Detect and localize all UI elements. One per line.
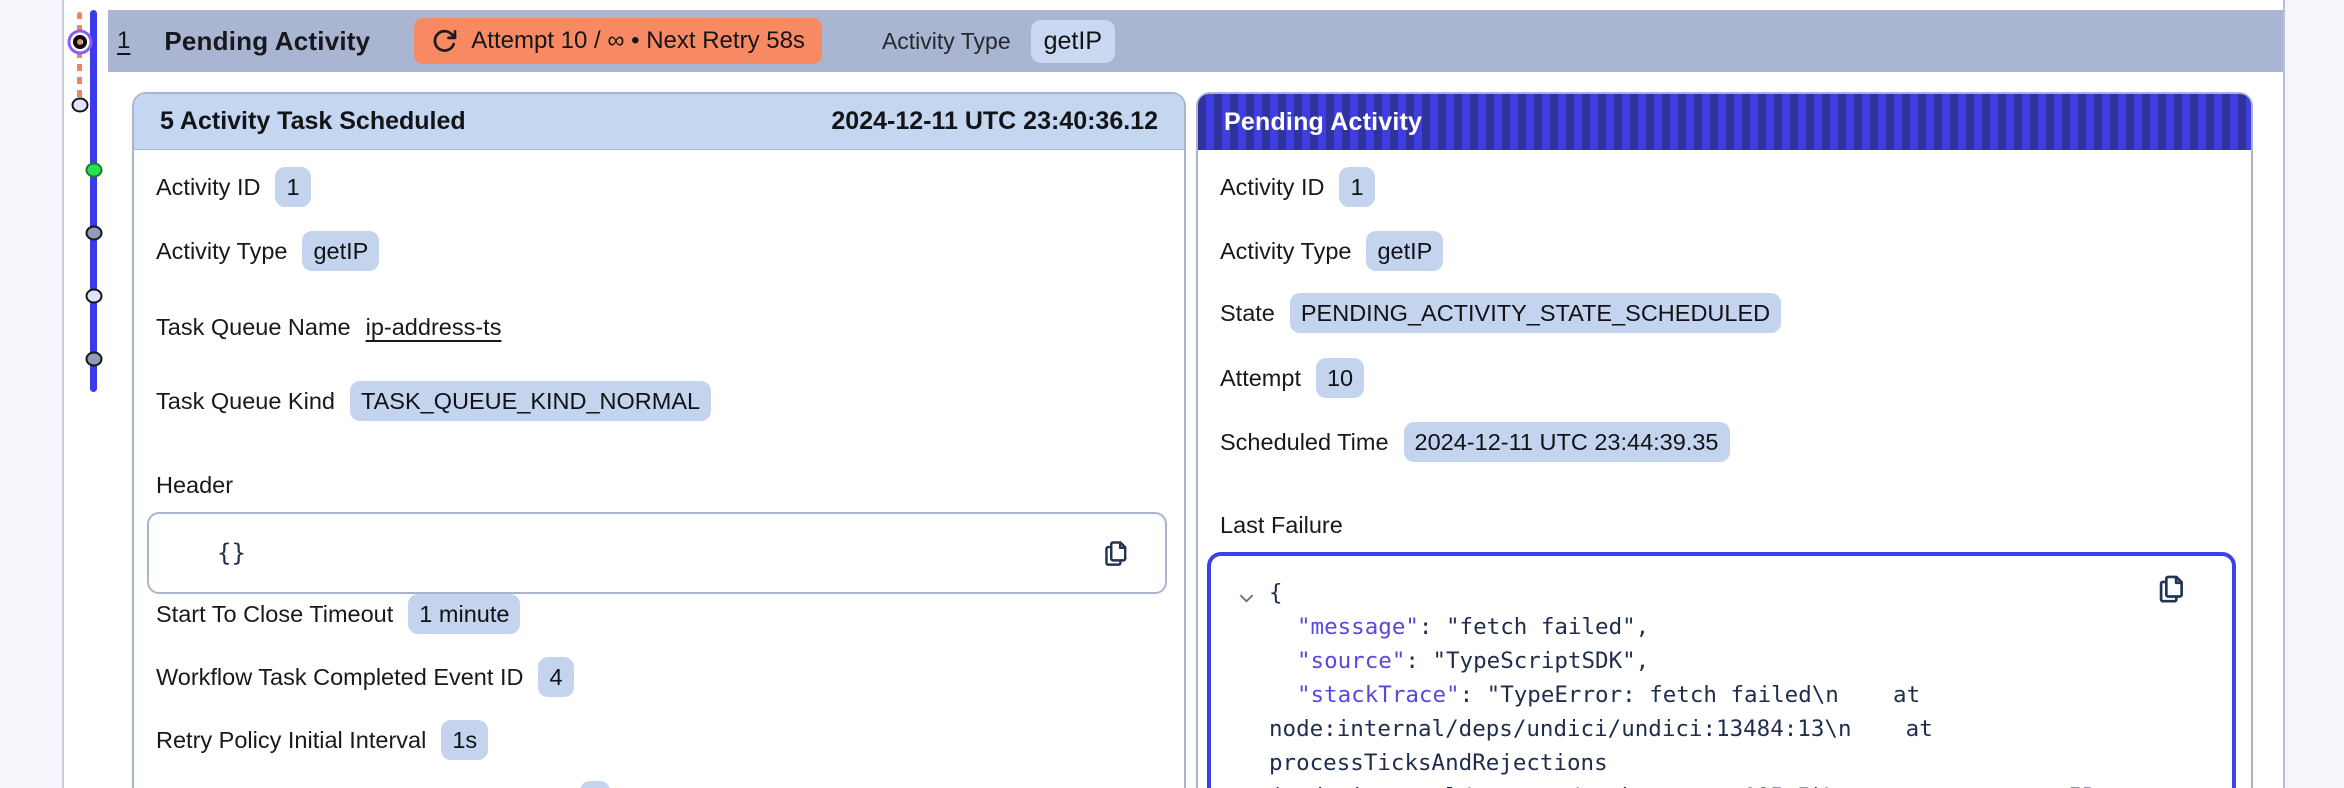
retry-status-badge: Attempt 10 / ∞ • Next Retry 58s — [414, 18, 822, 64]
task-queue-name-link[interactable]: ip-address-ts — [366, 314, 502, 341]
code-text: processTicksAndRejections — [1269, 750, 1608, 776]
code-line: "message": "fetch failed", — [1269, 610, 2206, 644]
code-text: "fetch failed", — [1446, 614, 1650, 640]
value-badge: getIP — [1366, 231, 1444, 271]
timeline-dot-4[interactable] — [85, 225, 102, 241]
value-badge: 10 — [1315, 358, 1365, 398]
field-label: Workflow Task Completed Event ID — [156, 663, 524, 690]
event-field-rows: Activity ID 1 Activity Type getIP Task Queue… — [156, 167, 1162, 445]
value-badge: 1 — [1339, 167, 1375, 207]
field-label: Activity Type — [1220, 237, 1352, 264]
activity-task-scheduled-panel: 5 Activity Task Scheduled 2024-12-11 UTC… — [132, 92, 1186, 788]
code-line: (node:internal/process/task_queues:105:5… — [1269, 780, 2206, 788]
last-failure-label: Last Failure — [1220, 512, 1343, 538]
value-badge: 1s — [441, 720, 489, 760]
collapse-chevron-icon[interactable] — [1237, 589, 1256, 608]
field-row: Start To Close Timeout 1 minute — [156, 594, 1162, 634]
field-label: Task Queue Kind — [156, 387, 335, 414]
cutoff-value-badge — [580, 781, 610, 788]
code-line: node:internal/deps/undici/undici:13484:1… — [1269, 712, 2206, 746]
pending-activity-panel: Pending Activity Activity ID 1 Activity Ty… — [1196, 92, 2253, 788]
field-row: Activity ID 1 — [1220, 167, 2229, 207]
code-line: { — [1269, 576, 2206, 610]
left-rail — [0, 0, 64, 788]
field-label: State — [1220, 299, 1275, 326]
field-label: Task Queue Name — [156, 313, 351, 340]
event-history-main: 1 Pending Activity Attempt 10 / ∞ • Next… — [64, 0, 2285, 788]
code-text: : — [1405, 648, 1433, 674]
timeline-dot-2[interactable] — [71, 97, 89, 113]
field-label: Start To Close Timeout — [156, 600, 394, 627]
copy-button[interactable] — [2154, 572, 2188, 606]
field-row: Activity ID 1 — [156, 167, 1162, 207]
pending-field-rows: Activity ID 1 Activity Type getIP State PENDI… — [1220, 167, 2229, 486]
field-label: Attempt — [1220, 364, 1301, 391]
code-text: "TypeError: fetch failed\n at — [1486, 682, 1921, 708]
code-key: "stackTrace" — [1297, 682, 1460, 708]
code-text: node:internal/deps/undici/undici:13484:1… — [1269, 716, 1933, 742]
header-json-value: {} — [217, 539, 246, 567]
timeline-dot-5[interactable] — [85, 288, 102, 304]
value-badge: TASK_QUEUE_KIND_NORMAL — [349, 381, 712, 421]
activity-type-badge: getIP — [1030, 19, 1115, 63]
code-line: processTicksAndRejections — [1269, 746, 2206, 780]
code-content: {"message": "fetch failed", "source": "Ty… — [1269, 576, 2206, 788]
event-field-rows: Start To Close Timeout 1 minute Workflow T… — [156, 594, 1162, 784]
copy-button[interactable] — [1100, 538, 1131, 569]
value-badge: PENDING_ACTIVITY_STATE_SCHEDULED — [1289, 293, 1782, 333]
pending-retry-dashed-line — [77, 12, 82, 104]
field-row: Activity Type getIP — [156, 231, 1162, 271]
value-badge: 1 — [275, 167, 311, 207]
header-section-label: Header — [156, 472, 234, 498]
value-badge: 2024-12-11 UTC 23:44:39.35 — [1403, 422, 1730, 462]
field-label: Retry Policy Initial Interval — [156, 726, 427, 753]
field-row: Task Queue Name ip-address-ts — [156, 307, 1162, 347]
last-failure-code-block: {"message": "fetch failed", "source": "Ty… — [1207, 552, 2236, 788]
activity-type-label: Activity Type — [881, 27, 1011, 54]
field-row: Retry Policy Initial Interval 1s — [156, 720, 1162, 760]
code-line: "stackTrace": "TypeError: fetch failed\n… — [1269, 678, 2206, 712]
code-text: (node:internal/process/task_queues:105:5… — [1269, 784, 2095, 788]
timeline-line — [90, 10, 97, 392]
copy-icon — [2159, 575, 2183, 603]
pending-panel-title: Pending Activity — [1224, 107, 1423, 136]
retry-badge-label: Attempt 10 / ∞ • Next Retry 58s — [471, 27, 805, 54]
code-line: "source": "TypeScriptSDK", — [1269, 644, 2206, 678]
field-row: Task Queue Kind TASK_QUEUE_KIND_NORMAL — [156, 381, 1162, 421]
retry-icon — [433, 29, 457, 52]
code-key: "message" — [1297, 614, 1419, 640]
pending-panel-header: Pending Activity — [1198, 94, 2251, 150]
field-label: Scheduled Time — [1220, 428, 1389, 455]
timeline-dot-current-pending[interactable] — [73, 35, 87, 49]
code-text: : — [1418, 614, 1447, 640]
event-panel-header: 5 Activity Task Scheduled 2024-12-11 UTC… — [134, 94, 1184, 150]
field-row: Activity Type getIP — [1220, 231, 2229, 271]
field-row: State PENDING_ACTIVITY_STATE_SCHEDULED — [1220, 293, 2229, 333]
value-badge: getIP — [302, 231, 380, 271]
copy-icon — [1105, 540, 1127, 566]
code-key: "source" — [1297, 648, 1406, 674]
field-row: Attempt 10 — [1220, 358, 2229, 398]
field-label: Activity Type — [156, 237, 288, 264]
event-timestamp: 2024-12-11 UTC 23:40:36.12 — [831, 107, 1158, 135]
header-json-box: {} — [147, 512, 1167, 594]
value-badge: 4 — [538, 657, 574, 697]
event-panel-title: 5 Activity Task Scheduled — [160, 107, 466, 135]
event-panel-body: Activity ID 1 Activity Type getIP Task Queue… — [134, 150, 1184, 788]
code-text: : — [1459, 682, 1487, 708]
pending-activity-title: Pending Activity — [164, 25, 371, 56]
pending-panel-body: Activity ID 1 Activity Type getIP State PENDI… — [1198, 150, 2251, 788]
code-text: "TypeScriptSDK", — [1432, 648, 1650, 674]
field-row: Workflow Task Completed Event ID 4 — [156, 657, 1162, 697]
value-badge: 1 minute — [408, 594, 521, 634]
timeline-dot-3[interactable] — [85, 162, 102, 178]
pending-activity-bar[interactable]: 1 Pending Activity Attempt 10 / ∞ • Next… — [108, 10, 2283, 72]
field-label: Activity ID — [156, 173, 261, 200]
timeline-dot-6[interactable] — [85, 351, 102, 367]
field-label: Activity ID — [1220, 173, 1325, 200]
code-text: { — [1269, 580, 1283, 606]
event-number-link[interactable]: 1 — [117, 27, 130, 55]
field-row: Scheduled Time 2024-12-11 UTC 23:44:39.35 — [1220, 422, 2229, 462]
